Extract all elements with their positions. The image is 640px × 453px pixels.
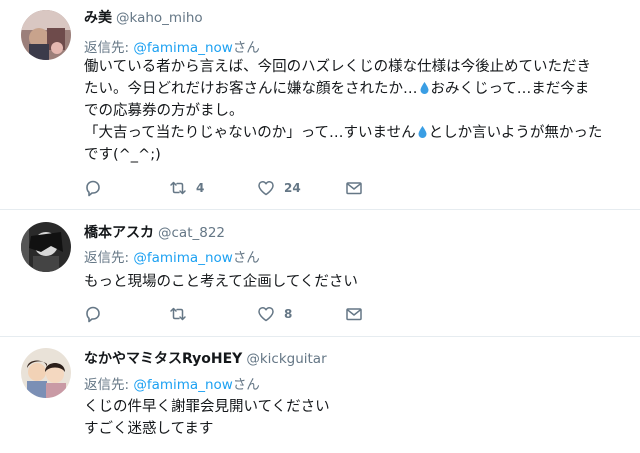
reply-suffix: さん xyxy=(232,40,260,56)
text-line: もっと現場のこと考えて企画してください xyxy=(84,274,358,290)
mention-link[interactable]: @famima_now xyxy=(133,40,232,56)
text-line: です(^_^;) xyxy=(84,147,161,163)
text-segment: 「大吉って当たりじゃないのか」って…すいません xyxy=(84,125,416,141)
tweet-actions: 4 24 xyxy=(84,178,384,198)
like-count: 24 xyxy=(284,181,301,195)
retweet-icon xyxy=(170,307,186,321)
envelope-icon xyxy=(346,182,362,195)
reply-context: 返信先: @famima_nowさん xyxy=(84,373,260,393)
avatar[interactable] xyxy=(21,348,71,398)
like-count: 8 xyxy=(284,307,293,321)
tweet-text: 働いている者から言えば、今回のハズレくじの様な仕様は今後止めていただき たい。今… xyxy=(84,56,624,166)
reply-button[interactable] xyxy=(84,178,102,198)
droplet-emoji xyxy=(418,126,427,138)
avatar[interactable] xyxy=(21,222,71,272)
retweet-icon xyxy=(170,181,186,195)
retweet-button[interactable]: 4 xyxy=(169,178,204,198)
reply-prefix: 返信先: xyxy=(84,250,134,266)
retweet-button[interactable] xyxy=(169,304,196,324)
text-line: 働いている者から言えば、今回のハズレくじの様な仕様は今後止めていただき xyxy=(84,59,592,75)
retweet-count: 4 xyxy=(196,181,205,195)
text-line: すごく迷惑してます xyxy=(84,421,214,437)
tweet-actions: 8 xyxy=(84,304,384,324)
reply-button[interactable] xyxy=(84,304,102,324)
reply-suffix: さん xyxy=(232,377,260,393)
reply-icon xyxy=(86,306,100,323)
user-handle[interactable]: @kickguitar xyxy=(246,351,326,367)
text-line: たい。今日どれだけお客さんに嫌な顔をされたか… おみくじって…まだ今ま xyxy=(84,78,624,100)
avatar[interactable] xyxy=(21,10,71,60)
like-button[interactable]: 8 xyxy=(257,304,292,324)
envelope-icon xyxy=(346,308,362,321)
reply-suffix: さん xyxy=(232,250,260,266)
heart-icon xyxy=(258,306,274,322)
like-button[interactable]: 24 xyxy=(257,178,301,198)
text-segment: としか言いようが無かった xyxy=(428,125,603,141)
reply-icon xyxy=(86,180,100,197)
display-name[interactable]: なかやマミタスRyoHEY xyxy=(84,351,242,367)
droplet-emoji xyxy=(420,82,428,94)
tweet-header: なかやマミタスRyoHEY @kickguitar xyxy=(84,348,327,368)
text-line: くじの件早く謝罪会見開いてください xyxy=(84,399,330,415)
user-handle[interactable]: @cat_822 xyxy=(158,225,225,241)
display-name[interactable]: み美 xyxy=(84,10,112,26)
tweet-text: もっと現場のこと考えて企画してください xyxy=(84,271,624,293)
tweet-header: 橋本アスカ @cat_822 xyxy=(84,222,225,242)
text-segment: おみくじって…まだ今ま xyxy=(430,81,590,97)
user-handle[interactable]: @kaho_miho xyxy=(116,10,203,26)
dm-button[interactable] xyxy=(345,304,363,324)
reply-prefix: 返信先: xyxy=(84,40,134,56)
text-line: での応募券の方がまし。 xyxy=(84,103,244,119)
tweet-header: み美 @kaho_miho xyxy=(84,7,203,27)
display-name[interactable]: 橋本アスカ xyxy=(84,225,154,241)
tweet-divider xyxy=(0,336,640,337)
text-segment: たい。今日どれだけお客さんに嫌な顔をされたか… xyxy=(84,81,418,97)
reply-context: 返信先: @famima_nowさん xyxy=(84,246,260,266)
mention-link[interactable]: @famima_now xyxy=(133,250,232,266)
reply-prefix: 返信先: xyxy=(84,377,134,393)
dm-button[interactable] xyxy=(345,178,363,198)
text-line: 「大吉って当たりじゃないのか」って…すいません としか言いようが無かった xyxy=(84,122,624,144)
heart-icon xyxy=(258,180,274,196)
mention-link[interactable]: @famima_now xyxy=(133,377,232,393)
tweet-divider xyxy=(0,209,640,210)
tweet-text: くじの件早く謝罪会見開いてください すごく迷惑してます xyxy=(84,396,624,440)
reply-context: 返信先: @famima_nowさん xyxy=(84,36,260,56)
